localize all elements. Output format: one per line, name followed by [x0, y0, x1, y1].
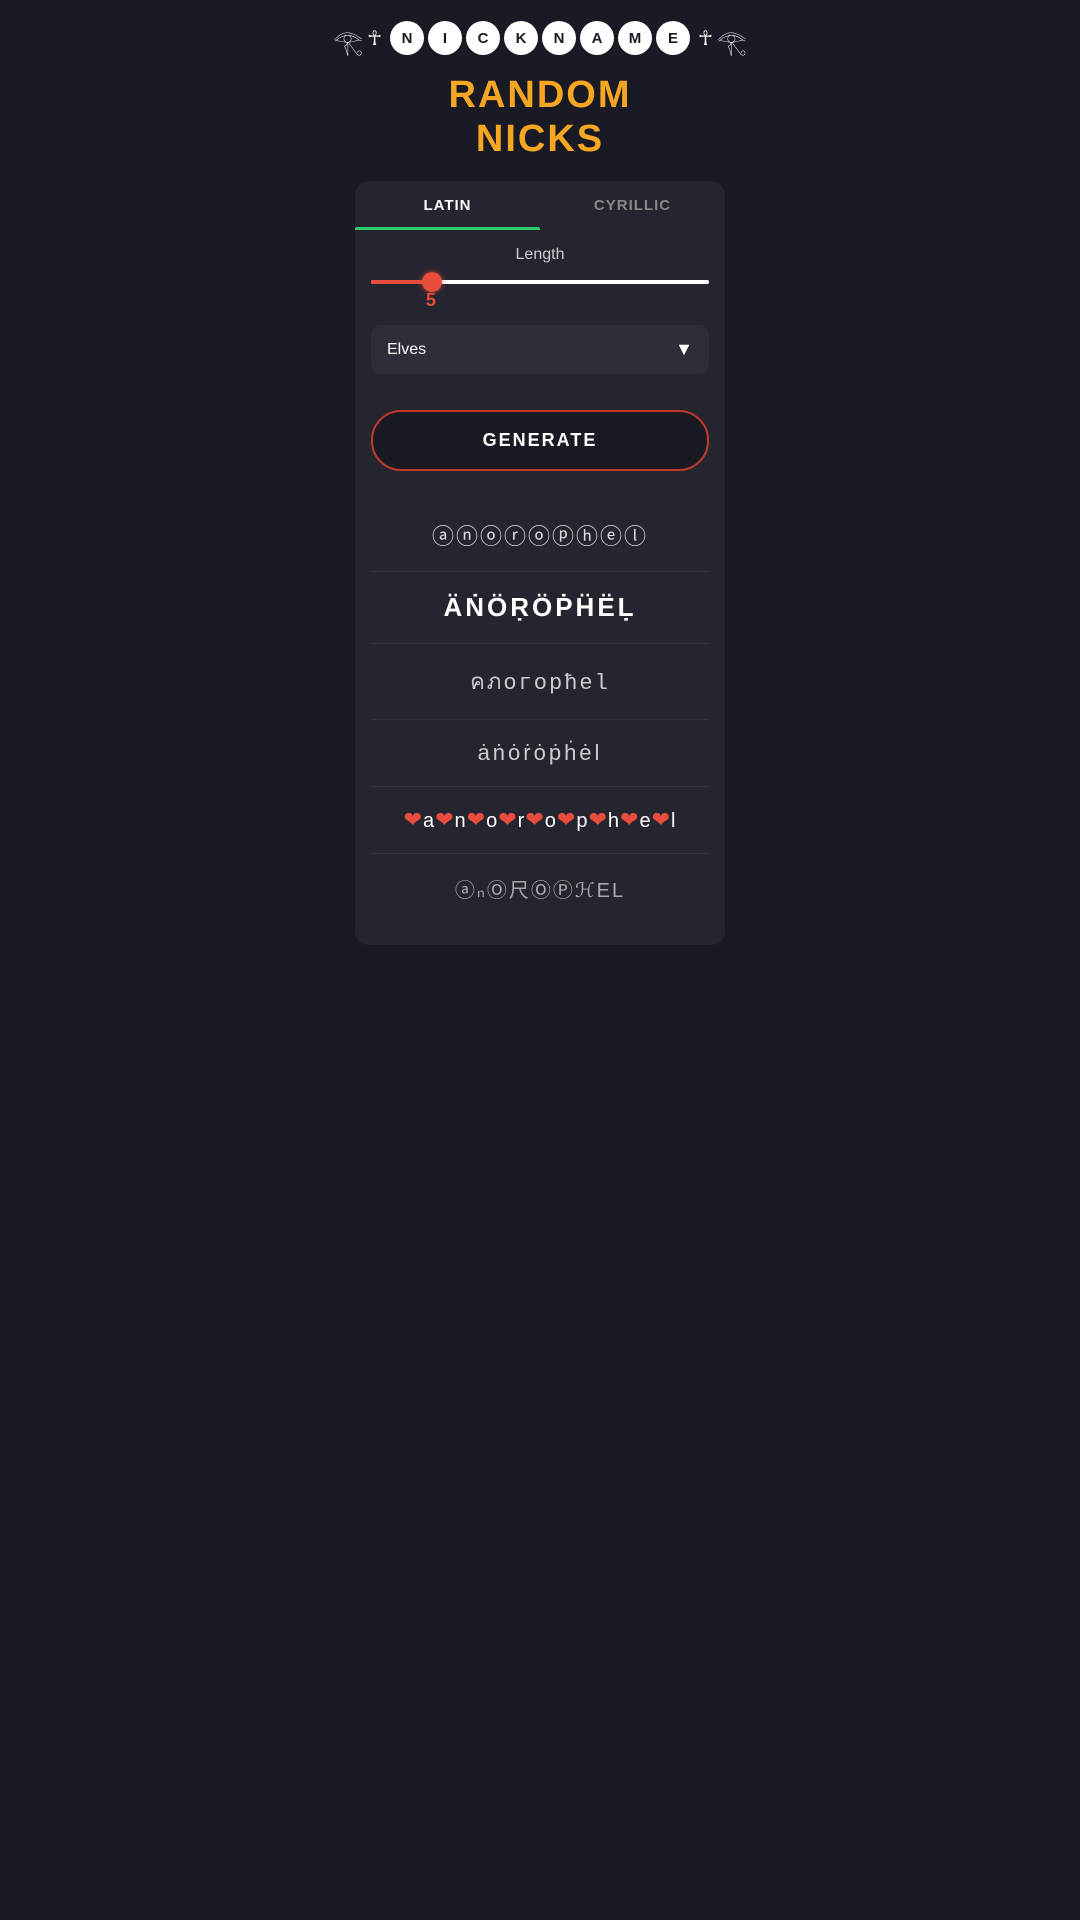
result-diacritics: ȧṅȯṙȯṗḣėl — [371, 728, 709, 778]
nick-angular-text: คภогорħel — [371, 664, 709, 699]
nick-diacritics-text: ȧṅȯṙȯṗḣėl — [371, 740, 709, 766]
letter-i: I — [428, 21, 462, 55]
tab-latin[interactable]: LATIN — [355, 181, 540, 230]
divider-2 — [371, 643, 709, 644]
heart-icon-8: ❤ — [620, 807, 639, 832]
heart-icon-6: ❤ — [557, 807, 576, 832]
category-dropdown[interactable]: Elves ▼ — [371, 325, 709, 374]
letter-c: C — [466, 21, 500, 55]
heart-icon-1: ❤ — [404, 807, 423, 832]
length-slider[interactable]: 5 — [371, 280, 709, 311]
slider-thumb[interactable] — [422, 272, 442, 292]
page-title: RANDOM NICKS — [345, 74, 735, 161]
result-fancy: ⓐₙⓄ尺ⓄⓅℋEL — [371, 862, 709, 915]
right-ornament-icon: 𓂀 — [717, 18, 747, 58]
left-decoration: 𓂀 ☥ — [333, 18, 382, 58]
nick-hearts-text: ❤a❤n❤o❤r❤o❤p❤h❤e❤l — [371, 807, 709, 833]
nick-fancy-text: ⓐₙⓄ尺ⓄⓅℋEL — [371, 874, 709, 903]
heart-icon-3: ❤ — [467, 807, 486, 832]
heart-icon-4: ❤ — [498, 807, 517, 832]
nick-decorated-text: ÄṄÖṚÖṖḦËḶ — [371, 592, 709, 623]
result-angular: คภогорħel — [371, 652, 709, 711]
letter-n: N — [390, 21, 424, 55]
slider-value: 5 — [426, 290, 709, 311]
dropdown-selected-label: Elves — [387, 341, 426, 359]
tabs-container: LATIN CYRILLIC — [355, 181, 725, 230]
letter-m: M — [618, 21, 652, 55]
generate-section: GENERATE — [355, 394, 725, 487]
divider-1 — [371, 571, 709, 572]
chevron-down-icon: ▼ — [675, 339, 693, 360]
divider-4 — [371, 786, 709, 787]
right-scepter-icon: ☥ — [698, 26, 713, 51]
title-section: RANDOM NICKS — [345, 64, 735, 181]
tab-bar: LATIN CYRILLIC — [355, 181, 725, 230]
heart-icon-7: ❤ — [588, 807, 607, 832]
result-hearts: ❤a❤n❤o❤r❤o❤p❤h❤e❤l — [371, 795, 709, 845]
length-label: Length — [371, 246, 709, 264]
divider-5 — [371, 853, 709, 854]
letter-k: K — [504, 21, 538, 55]
letter-e: E — [656, 21, 690, 55]
letter-a: A — [580, 21, 614, 55]
right-decoration: ☥ 𓂀 — [698, 18, 747, 58]
left-scepter-icon: ☥ — [367, 26, 382, 51]
slider-track — [371, 280, 709, 284]
heart-icon-2: ❤ — [435, 807, 454, 832]
left-ornament-icon: 𓂀 — [333, 18, 363, 58]
nick-circled-text: ⓐⓝⓞⓡⓞⓟⓗⓔⓛ — [371, 519, 709, 551]
heart-icon-5: ❤ — [525, 807, 544, 832]
tab-cyrillic[interactable]: CYRILLIC — [540, 181, 725, 230]
result-decorated: ÄṄÖṚÖṖḦËḶ — [371, 580, 709, 635]
settings-panel: Length 5 Elves ▼ — [355, 230, 725, 394]
nickname-logo: N I C K N A M E — [390, 21, 690, 55]
app-header: 𓂀 ☥ N I C K N A M E ☥ 𓂀 — [345, 0, 735, 64]
letter-n2: N — [542, 21, 576, 55]
generate-button[interactable]: GENERATE — [371, 410, 709, 471]
divider-3 — [371, 719, 709, 720]
result-circled: ⓐⓝⓞⓡⓞⓟⓗⓔⓛ — [371, 507, 709, 563]
heart-icon-9: ❤ — [652, 807, 671, 832]
results-panel: ⓐⓝⓞⓡⓞⓟⓗⓔⓛ ÄṄÖṚÖṖḦËḶ คภогорħel ȧṅȯṙȯṗḣėl … — [355, 487, 725, 945]
